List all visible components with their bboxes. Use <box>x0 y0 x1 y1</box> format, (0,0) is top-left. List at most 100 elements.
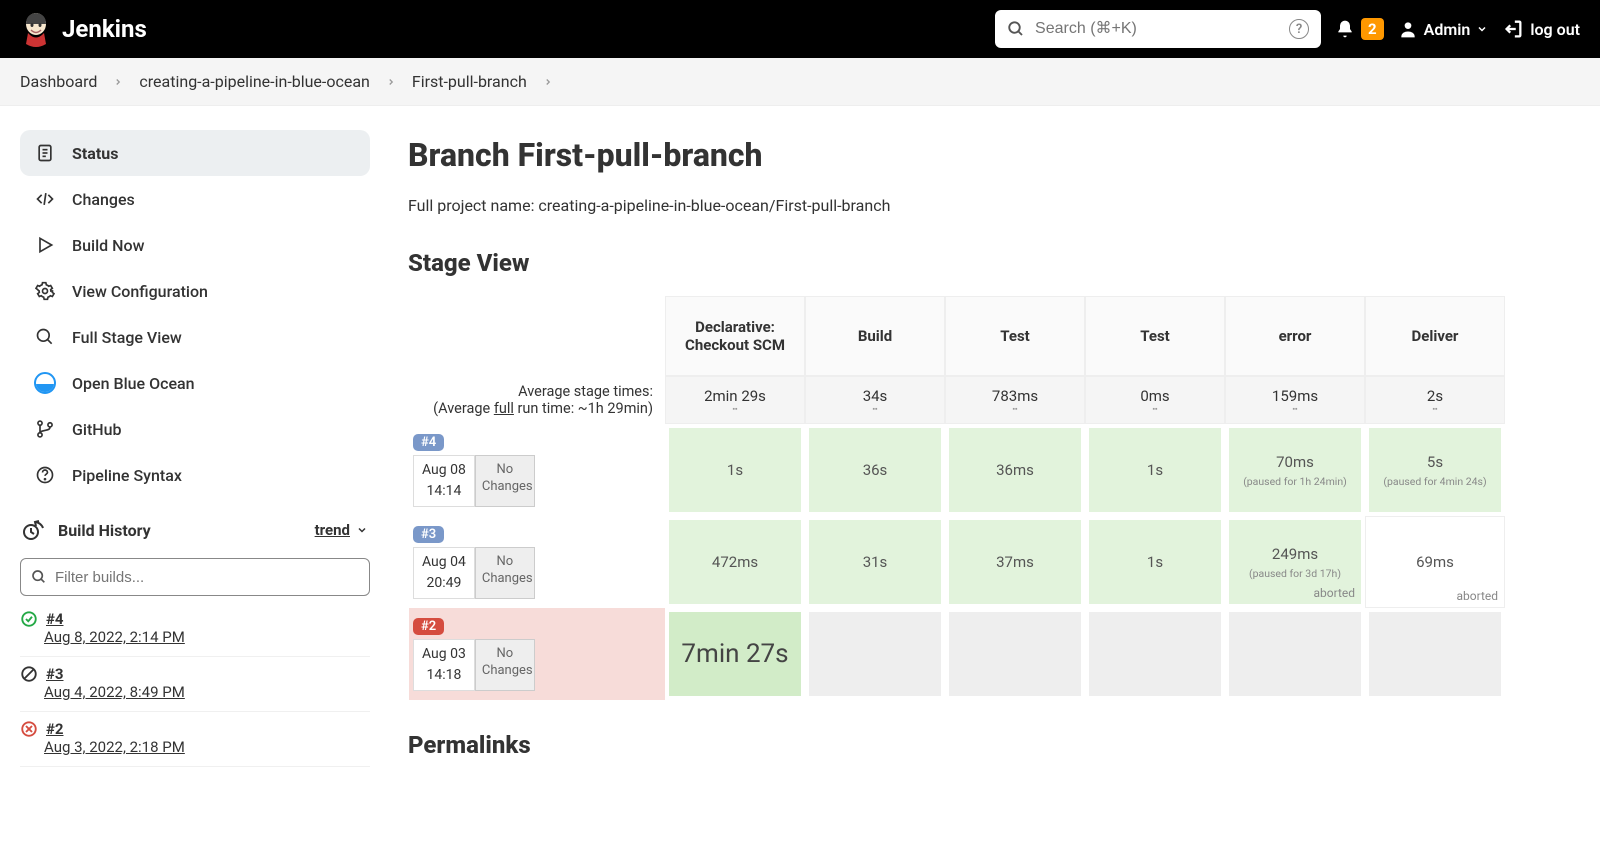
stage-cell[interactable]: 249ms(paused for 3d 17h)aborted <box>1225 516 1365 608</box>
gear-icon <box>34 280 56 302</box>
permalinks-heading: Permalinks <box>408 731 1572 759</box>
breadcrumb-item[interactable]: First-pull-branch <box>412 72 527 91</box>
stage-cell[interactable]: 5s(paused for 4min 24s) <box>1365 424 1505 516</box>
logout-label: log out <box>1530 20 1580 39</box>
stage-view: Average stage times: (Average full run t… <box>408 295 1572 701</box>
nav-open-blue-ocean[interactable]: Open Blue Ocean <box>20 360 370 406</box>
trend-link[interactable]: trend <box>315 521 368 539</box>
nav-github[interactable]: GitHub <box>20 406 370 452</box>
chevron-down-icon <box>1476 23 1488 35</box>
stage-column: Declarative: Checkout SCM2min 29s▪▪1s472… <box>665 296 805 700</box>
stage-cell[interactable]: 37ms <box>945 516 1085 608</box>
stage-cell[interactable]: 36ms <box>945 424 1085 516</box>
build-history-item: #3Aug 4, 2022, 8:49 PM <box>20 657 370 712</box>
build-number-badge: #3 <box>413 526 444 543</box>
filter-builds-input[interactable] <box>55 569 359 586</box>
nav-full-stage-view[interactable]: Full Stage View <box>20 314 370 360</box>
stage-cell[interactable] <box>945 608 1085 700</box>
nav-build-now[interactable]: Build Now <box>20 222 370 268</box>
stage-cell[interactable]: 70ms(paused for 1h 24min) <box>1225 424 1365 516</box>
stage-view-row-header[interactable]: #2Aug 0314:18No Changes <box>409 608 665 700</box>
filter-builds-box[interactable] <box>20 558 370 596</box>
stage-cell[interactable] <box>1225 608 1365 700</box>
build-history-item: #2Aug 3, 2022, 2:18 PM <box>20 712 370 767</box>
build-history-icon <box>22 518 46 542</box>
build-changes: No Changes <box>475 547 535 599</box>
main-panel: Branch First-pull-branch Full project na… <box>380 106 1600 807</box>
stage-cell[interactable] <box>1365 608 1505 700</box>
logo-link[interactable]: Jenkins <box>20 10 147 48</box>
stage-cell[interactable]: 7min 27s <box>665 608 805 700</box>
code-icon <box>34 188 56 210</box>
stage-view-row-headers: Average stage times: (Average full run t… <box>409 296 665 700</box>
sidebar: Status Changes Build Now View Configurat… <box>0 106 380 807</box>
build-history-list: #4Aug 8, 2022, 2:14 PM#3Aug 4, 2022, 8:4… <box>20 602 370 767</box>
nav-label: Full Stage View <box>72 328 182 347</box>
search-box[interactable]: ? <box>995 10 1321 48</box>
stage-column-header: Test <box>945 296 1085 376</box>
nav-label: Open Blue Ocean <box>72 374 195 393</box>
search-help-icon[interactable]: ? <box>1289 19 1309 39</box>
stage-cell[interactable]: 31s <box>805 516 945 608</box>
breadcrumb: Dashboard creating-a-pipeline-in-blue-oc… <box>0 58 1600 106</box>
build-history-header: Build History trend <box>20 510 370 550</box>
nav-label: Changes <box>72 190 135 209</box>
logout-button[interactable]: log out <box>1502 18 1580 40</box>
stage-average-cell: 159ms▪▪ <box>1225 376 1365 424</box>
page-header: Jenkins ? 2 Admin log out <box>0 0 1600 58</box>
nav-pipeline-syntax[interactable]: Pipeline Syntax <box>20 452 370 498</box>
failed-icon <box>20 720 38 738</box>
stage-column-header: error <box>1225 296 1365 376</box>
nav-status[interactable]: Status <box>20 130 370 176</box>
build-date-link[interactable]: Aug 8, 2022, 2:14 PM <box>44 628 185 646</box>
stage-cell[interactable] <box>805 608 945 700</box>
bell-icon <box>1335 19 1355 39</box>
user-menu[interactable]: Admin <box>1398 19 1489 39</box>
nav-label: GitHub <box>72 420 122 439</box>
chevron-right-icon <box>543 77 553 87</box>
stage-view-grid: Declarative: Checkout SCM2min 29s▪▪1s472… <box>665 296 1571 700</box>
full-project-name: Full project name: creating-a-pipeline-i… <box>408 196 1572 215</box>
stage-column: Deliver2s▪▪5s(paused for 4min 24s)69msab… <box>1365 296 1505 700</box>
breadcrumb-item[interactable]: Dashboard <box>20 72 97 91</box>
notifications-button[interactable]: 2 <box>1335 18 1384 40</box>
search-input[interactable] <box>1035 20 1279 38</box>
build-history-item: #4Aug 8, 2022, 2:14 PM <box>20 602 370 657</box>
jenkins-logo-icon <box>20 10 52 48</box>
breadcrumb-item[interactable]: creating-a-pipeline-in-blue-ocean <box>139 72 369 91</box>
stage-view-row-header[interactable]: #4Aug 0814:14No Changes <box>409 424 665 516</box>
build-date-link[interactable]: Aug 4, 2022, 8:49 PM <box>44 683 185 701</box>
build-date: Aug 0814:14 <box>413 455 475 507</box>
stage-cell[interactable]: 1s <box>1085 516 1225 608</box>
stage-cell[interactable]: 69msaborted <box>1365 516 1505 608</box>
nav-label: View Configuration <box>72 282 208 301</box>
build-number-badge: #4 <box>413 434 444 451</box>
average-stage-times-label: Average stage times: (Average full run t… <box>409 376 665 424</box>
build-number-link[interactable]: #4 <box>46 610 64 628</box>
stage-column: Test783ms▪▪36ms37ms <box>945 296 1085 700</box>
stage-average-cell: 2s▪▪ <box>1365 376 1505 424</box>
nav-label: Pipeline Syntax <box>72 466 182 485</box>
nav-changes[interactable]: Changes <box>20 176 370 222</box>
stage-view-row-header[interactable]: #3Aug 0420:49No Changes <box>409 516 665 608</box>
build-history-title: Build History <box>58 521 303 540</box>
chevron-down-icon <box>356 524 368 536</box>
git-branch-icon <box>34 418 56 440</box>
stage-cell[interactable]: 1s <box>1085 424 1225 516</box>
stage-cell[interactable] <box>1085 608 1225 700</box>
build-number-link[interactable]: #2 <box>46 720 64 738</box>
stage-column-header: Build <box>805 296 945 376</box>
stage-cell[interactable]: 36s <box>805 424 945 516</box>
stage-column-header: Declarative: Checkout SCM <box>665 296 805 376</box>
stage-cell[interactable]: 472ms <box>665 516 805 608</box>
nav-view-config[interactable]: View Configuration <box>20 268 370 314</box>
chevron-right-icon <box>386 77 396 87</box>
build-date-link[interactable]: Aug 3, 2022, 2:18 PM <box>44 738 185 756</box>
search-icon <box>31 569 47 585</box>
build-number-link[interactable]: #3 <box>46 665 64 683</box>
search-icon <box>1007 20 1025 38</box>
nav-label: Build Now <box>72 236 144 255</box>
trend-label: trend <box>315 521 350 539</box>
build-number-badge: #2 <box>413 618 444 635</box>
stage-cell[interactable]: 1s <box>665 424 805 516</box>
